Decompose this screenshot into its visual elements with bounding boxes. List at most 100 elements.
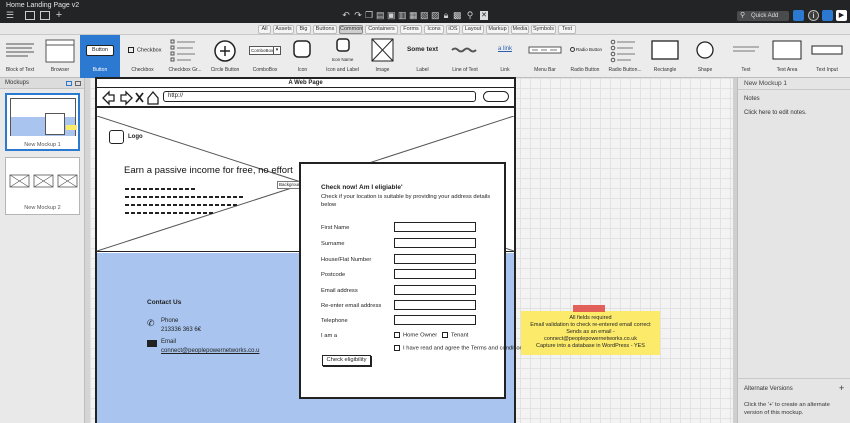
sticky-line: Capture into a database in WordPress - Y…: [536, 343, 645, 349]
tab-common[interactable]: Common: [339, 25, 363, 34]
lib-link[interactable]: a link Link: [485, 35, 525, 78]
mockup-thumb-2[interactable]: New Mockup 2: [5, 157, 80, 215]
lib-combobox-preview: ComboBox ▾: [249, 46, 281, 55]
tab-containers[interactable]: Containers: [365, 25, 398, 34]
copy-icon[interactable]: ❐: [365, 11, 373, 20]
tab-icons[interactable]: Icons: [424, 25, 444, 34]
house-number-input[interactable]: [394, 254, 476, 264]
chevron-down-icon: ▾: [273, 47, 280, 54]
lib-label: Checkbox: [131, 67, 154, 73]
lib-link-preview: a link: [497, 46, 512, 52]
tab-buttons[interactable]: Buttons: [313, 25, 337, 34]
tab-all[interactable]: All: [258, 25, 271, 34]
sticky-line: connect@peoplepowernetworks.co.uk: [543, 336, 638, 342]
close-mockup-icon[interactable]: ✕: [480, 11, 488, 20]
terms-checkbox[interactable]: [394, 345, 400, 351]
lib-block-of-text[interactable]: Block of Text: [0, 35, 40, 78]
browser-search-field[interactable]: [483, 91, 509, 102]
postcode-input[interactable]: [394, 269, 476, 279]
tab-layout[interactable]: Layout: [462, 25, 484, 34]
tab-forms[interactable]: Forms: [400, 25, 422, 34]
telephone-input[interactable]: [394, 315, 476, 325]
tab-text[interactable]: Text: [558, 25, 576, 34]
email-address-input[interactable]: [394, 285, 476, 295]
i-am-label: I am a: [321, 333, 338, 339]
lib-icon-and-label[interactable]: Icon Name Icon and Label: [320, 35, 365, 78]
tab-media[interactable]: Media: [511, 25, 529, 34]
lib-button[interactable]: Button Button: [80, 35, 120, 78]
mockup-thumb-1[interactable]: New Mockup 1: [5, 93, 80, 151]
lib-rectangle[interactable]: Rectangle: [645, 35, 685, 78]
lib-text-area[interactable]: Text Area: [767, 35, 807, 78]
reenter-email-input[interactable]: [394, 300, 476, 310]
tab-big[interactable]: Big: [296, 25, 311, 34]
lib-label[interactable]: Some text Label: [400, 35, 445, 78]
group-icon[interactable]: ▨: [431, 11, 440, 20]
undo-icon[interactable]: ↶: [341, 11, 351, 20]
tab-markup[interactable]: Markup: [486, 25, 509, 34]
lib-text[interactable]: Text: [725, 35, 767, 78]
grid-view-icon[interactable]: [793, 10, 804, 21]
lib-browser[interactable]: Browser: [40, 35, 80, 78]
stop-icon: [135, 92, 144, 103]
list-view-icon[interactable]: [66, 81, 72, 86]
lib-label: Text: [741, 67, 751, 73]
lib-icon[interactable]: Icon: [285, 35, 320, 78]
check-eligibility-button[interactable]: Check eligibility: [322, 355, 371, 366]
paste-icon[interactable]: ▤: [376, 11, 385, 20]
lib-image[interactable]: Image: [365, 35, 400, 78]
lib-label: Text Input: [816, 67, 838, 73]
sticky-note[interactable]: All fields required Email validation to …: [521, 305, 660, 355]
mockup-name[interactable]: New Mockup 1: [744, 80, 787, 87]
bring-front-icon[interactable]: ▦: [409, 11, 418, 20]
lib-label: Menu Bar: [534, 67, 556, 73]
lock-icon[interactable]: 🔒︎: [442, 11, 450, 20]
surname-input[interactable]: [394, 238, 476, 248]
telephone-label: Telephone: [321, 318, 348, 324]
grid-view-icon[interactable]: [75, 81, 81, 86]
delete-icon[interactable]: ▥: [398, 11, 407, 20]
add-version-icon[interactable]: +: [839, 383, 844, 393]
lib-label: Radio Button...: [608, 67, 642, 73]
tenant-option[interactable]: Tenant: [442, 332, 468, 339]
lib-checkbox-group[interactable]: Checkbox Gr...: [165, 35, 205, 78]
send-back-icon[interactable]: ▧: [420, 11, 429, 20]
unlock-icon[interactable]: ▩: [453, 11, 462, 20]
home-owner-checkbox[interactable]: [394, 332, 400, 338]
back-icon: [102, 90, 115, 106]
notes-editor[interactable]: Click here to edit notes.: [744, 110, 807, 116]
eligibility-form: Check now! Am I eligiable' Check if your…: [299, 162, 526, 399]
duplicate-icon[interactable]: ▣: [387, 11, 396, 20]
first-name-input[interactable]: [394, 222, 476, 232]
info-icon[interactable]: i: [808, 10, 819, 21]
panel-toggle-icon[interactable]: [25, 11, 35, 20]
lib-checkbox[interactable]: Checkbox Checkbox: [120, 35, 165, 78]
link-icon[interactable]: ⚲: [466, 11, 474, 20]
menu-icon[interactable]: ☰: [5, 11, 15, 20]
lib-menu-bar[interactable]: Menu Bar: [525, 35, 565, 78]
sticky-tape: [573, 305, 605, 312]
layout-toggle-icon[interactable]: [40, 11, 50, 20]
lib-line-of-text[interactable]: Line of Text: [445, 35, 485, 78]
lib-radio-button-group[interactable]: Radio Button...: [605, 35, 645, 78]
quick-add-input[interactable]: ⚲ Quick Add: [737, 11, 789, 21]
lib-radio-button[interactable]: Radio Button Radio Button: [565, 35, 605, 78]
full-screen-icon[interactable]: [822, 10, 833, 21]
tab-symbols[interactable]: Symbols: [531, 25, 556, 34]
email-link[interactable]: connect@peoplepowernetworks.co.u: [161, 348, 259, 354]
lib-text-input[interactable]: Text Input: [807, 35, 847, 78]
present-icon[interactable]: ▶: [836, 10, 847, 21]
checkbox-preview-icon: [128, 47, 134, 53]
tab-assets[interactable]: Assets: [273, 25, 294, 34]
tab-ios[interactable]: iOS: [446, 25, 460, 34]
lib-label: Circle Button: [210, 67, 240, 73]
lib-shape[interactable]: Shape: [685, 35, 725, 78]
redo-icon[interactable]: ↷: [353, 11, 363, 20]
terms-option[interactable]: I have read and agree the Terms and cond…: [394, 345, 526, 352]
url-bar[interactable]: http://: [163, 91, 476, 102]
home-owner-option[interactable]: Home Owner: [394, 332, 437, 339]
tenant-checkbox[interactable]: [442, 332, 448, 338]
add-mockup-icon[interactable]: +: [54, 10, 64, 21]
lib-combobox[interactable]: ComboBox ▾ ComboBox: [245, 35, 285, 78]
lib-circle-button[interactable]: Circle Button: [205, 35, 245, 78]
